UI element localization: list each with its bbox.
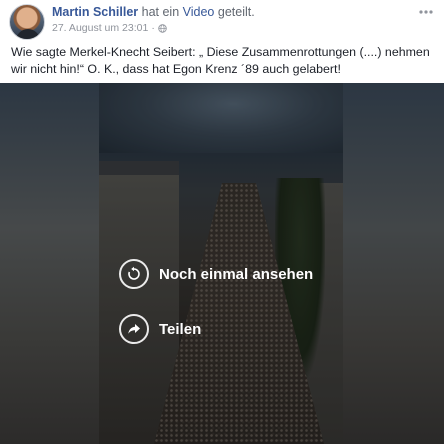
post-header: Martin Schiller hat ein Video geteilt. [52, 5, 255, 19]
action-prefix: hat ein [141, 5, 180, 19]
post-meta: 27. August um 23:01 · [52, 22, 167, 34]
replay-button[interactable]: Noch einmal ansehen [119, 259, 313, 289]
meta-separator: · [151, 22, 155, 34]
video-blur-left [0, 83, 99, 444]
action-suffix: geteilt. [217, 5, 255, 19]
video-link[interactable]: Video [183, 5, 215, 19]
share-label: Teilen [159, 320, 202, 338]
more-options-icon[interactable] [418, 4, 434, 16]
video-player[interactable]: Noch einmal ansehen Teilen [0, 83, 444, 444]
globe-icon[interactable] [158, 23, 167, 33]
post-text: Wie sagte Merkel-Knecht Seibert: „ Diese… [11, 45, 430, 76]
replay-label: Noch einmal ansehen [159, 265, 314, 283]
share-arrow-icon [119, 314, 149, 344]
replay-icon [119, 259, 149, 289]
avatar-figure [16, 29, 40, 39]
video-blur-right [343, 83, 444, 444]
post-timestamp[interactable]: 27. August um 23:01 [52, 22, 148, 34]
feed-post: Martin Schiller hat ein Video geteilt. 2… [0, 0, 444, 444]
author-avatar[interactable] [9, 4, 45, 40]
author-name-link[interactable]: Martin Schiller [52, 5, 138, 19]
share-button[interactable]: Teilen [119, 314, 201, 344]
